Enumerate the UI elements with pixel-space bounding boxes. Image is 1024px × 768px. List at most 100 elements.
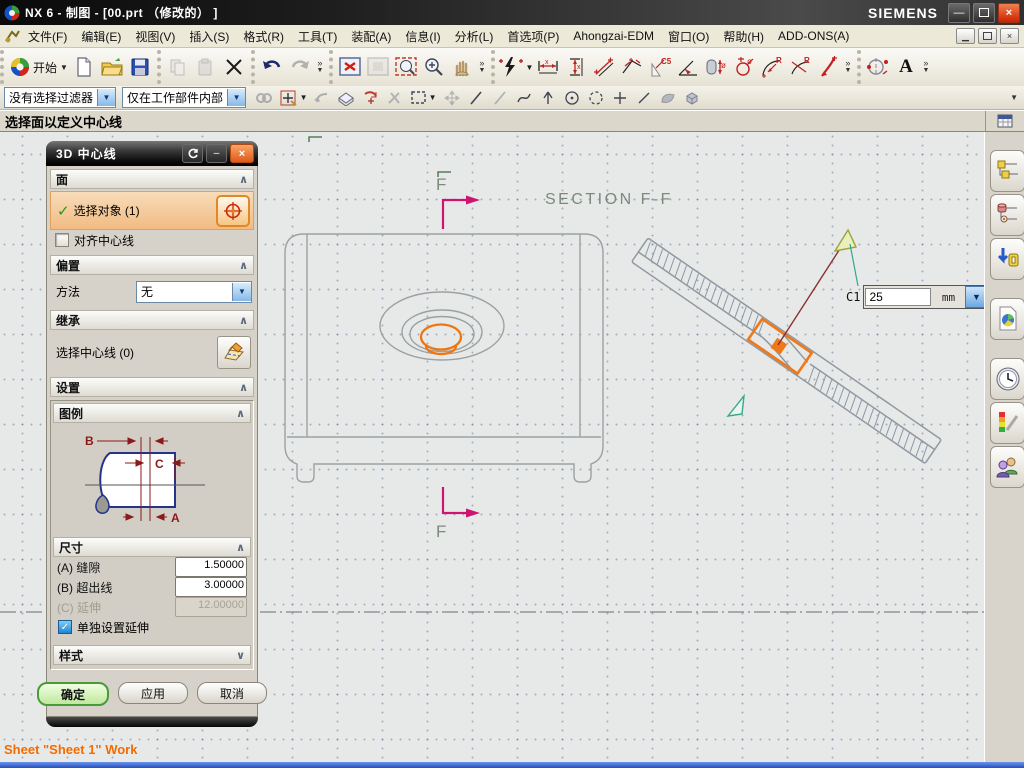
child-close-button[interactable]: × xyxy=(1000,28,1019,44)
redo-button[interactable] xyxy=(286,52,314,82)
angle-dimension-button[interactable] xyxy=(674,52,702,82)
solid-select-button[interactable] xyxy=(680,87,704,109)
step-back-button[interactable] xyxy=(310,87,334,109)
snap-endpoint-button[interactable] xyxy=(536,87,560,109)
menu-help[interactable]: 帮助(H) xyxy=(716,26,771,47)
dialog-close-button[interactable]: × xyxy=(230,144,254,163)
dialog-rail-button[interactable] xyxy=(985,111,1024,131)
text-tool-button[interactable]: A xyxy=(892,52,920,82)
thick-arc-dimension-button[interactable] xyxy=(814,52,842,82)
select-object-row[interactable]: ✓ 选择对象 (1) xyxy=(50,191,254,230)
menu-tools[interactable]: 工具(T) xyxy=(291,26,344,47)
snap-line-button[interactable] xyxy=(464,87,488,109)
palette-tab[interactable] xyxy=(990,402,1024,444)
dialog-resize-edge[interactable] xyxy=(46,717,258,727)
reuse-library-tab[interactable] xyxy=(990,298,1024,340)
zoom-window-button[interactable] xyxy=(392,52,420,82)
section-dimension[interactable]: 尺寸 ∧ xyxy=(53,537,251,557)
selection-scope-combo[interactable]: 仅在工作部件内部 ▼ xyxy=(122,87,247,108)
angled-dimension-button[interactable] xyxy=(618,52,646,82)
section-offset[interactable]: 偏置 ∧ xyxy=(50,255,254,275)
select-chain-button[interactable] xyxy=(252,87,276,109)
cancel-button[interactable]: 取消 xyxy=(197,682,267,704)
snap-point-on-curve-button[interactable] xyxy=(632,87,656,109)
horizontal-dimension-button[interactable]: x xyxy=(534,52,562,82)
annotation-overflow-button[interactable]: » ▼ xyxy=(920,52,932,82)
start-menu-button[interactable]: 开始 ▼ xyxy=(7,52,70,82)
face-select-button[interactable] xyxy=(656,87,680,109)
move-handle-button[interactable] xyxy=(440,87,464,109)
c1-value-field[interactable]: 25 xyxy=(865,288,932,306)
constraint-navigator-tab[interactable] xyxy=(990,194,1024,236)
menu-insert[interactable]: 插入(S) xyxy=(182,26,236,47)
select-face-button[interactable] xyxy=(216,194,250,227)
select-centerline-button[interactable] xyxy=(217,335,251,369)
orient-point-button[interactable] xyxy=(358,87,382,109)
snap-quadrant-button[interactable] xyxy=(584,87,608,109)
method-dropdown-icon[interactable]: ▼ xyxy=(232,282,251,301)
undo-button[interactable] xyxy=(258,52,286,82)
menu-preferences[interactable]: 首选项(P) xyxy=(500,26,566,47)
quick-pick-button[interactable] xyxy=(334,87,358,109)
new-file-button[interactable] xyxy=(70,52,98,82)
fit-view-button[interactable] xyxy=(336,52,364,82)
menu-window[interactable]: 窗口(O) xyxy=(661,26,716,47)
select-centerline-row[interactable]: 选择中心线 (0) xyxy=(50,332,254,372)
point-to-point-dimension-button[interactable] xyxy=(590,52,618,82)
vertical-dimension-button[interactable]: x xyxy=(562,52,590,82)
section-legend[interactable]: 图例 ∧ xyxy=(53,403,251,423)
child-minimize-button[interactable]: ▁ xyxy=(956,28,975,44)
section-view-part[interactable] xyxy=(631,238,942,464)
selected-face-highlight[interactable] xyxy=(419,323,463,356)
menu-ahongzai-edm[interactable]: Ahongzai-EDM xyxy=(566,27,661,45)
menu-addons[interactable]: ADD-ONS(A) xyxy=(771,27,856,45)
snap-center-button[interactable] xyxy=(560,87,584,109)
menu-assemblies[interactable]: 装配(A) xyxy=(344,26,398,47)
apply-button[interactable]: 应用 xyxy=(118,682,188,704)
deselect-button[interactable] xyxy=(382,87,406,109)
paste-button[interactable] xyxy=(192,52,220,82)
cylindrical-dimension-button[interactable]: ø xyxy=(702,52,730,82)
standard-overflow-button[interactable]: » ▼ xyxy=(314,52,326,82)
align-centerline-checkbox[interactable] xyxy=(55,233,69,247)
section-inherit[interactable]: 继承 ∧ xyxy=(50,310,254,330)
direction-arrowhead[interactable] xyxy=(833,228,858,252)
chamfer-dimension-button[interactable]: C5 xyxy=(646,52,674,82)
section-settings[interactable]: 设置 ∧ xyxy=(50,377,254,397)
align-centerline-row[interactable]: 对齐中心线 xyxy=(50,230,254,250)
snap-line2-button[interactable] xyxy=(488,87,512,109)
selection-scope-dropdown-icon[interactable]: ▼ xyxy=(227,89,246,106)
menu-information[interactable]: 信息(I) xyxy=(398,26,447,47)
menu-file[interactable]: 文件(F) xyxy=(21,26,74,47)
section-face[interactable]: 面 ∧ xyxy=(50,169,254,189)
update-display-button[interactable] xyxy=(364,52,392,82)
roles-tab[interactable] xyxy=(990,446,1024,488)
selbar-overflow-button[interactable]: ▼ xyxy=(1010,93,1018,102)
history-tab[interactable] xyxy=(990,358,1024,400)
copy-button[interactable] xyxy=(164,52,192,82)
section-style[interactable]: 样式 ∨ xyxy=(53,645,251,665)
quick-dimension-button[interactable]: ▼ xyxy=(498,52,534,82)
dialog-minimize-button[interactable]: – xyxy=(206,144,227,163)
hole-dimension-button[interactable]: ø xyxy=(730,52,758,82)
child-restore-button[interactable] xyxy=(978,28,997,44)
window-minimize-button[interactable]: — xyxy=(948,2,970,23)
dimension-overflow-button[interactable]: » ▼ xyxy=(842,52,854,82)
individual-extension-row[interactable]: ✓ 单独设置延伸 xyxy=(53,617,251,637)
delete-button[interactable] xyxy=(220,52,248,82)
pan-button[interactable] xyxy=(448,52,476,82)
overrun-input[interactable]: 3.00000 xyxy=(175,577,247,597)
reverse-direction-arrowhead[interactable] xyxy=(726,393,745,417)
window-close-button[interactable]: × xyxy=(998,2,1020,23)
snap-intersection-button[interactable] xyxy=(608,87,632,109)
dialog-reset-button[interactable] xyxy=(182,144,203,163)
view-overflow-button[interactable]: » ▼ xyxy=(476,52,488,82)
centerline-tool-button[interactable] xyxy=(864,52,892,82)
open-file-button[interactable] xyxy=(98,52,126,82)
radius-dimension-button[interactable]: R xyxy=(758,52,786,82)
ok-button[interactable]: 确定 xyxy=(37,682,109,706)
save-button[interactable] xyxy=(126,52,154,82)
dialog-title-bar[interactable]: 3D 中心线 – × xyxy=(46,141,258,166)
menu-format[interactable]: 格式(R) xyxy=(236,26,291,47)
gap-input[interactable]: 1.50000 xyxy=(175,557,247,577)
